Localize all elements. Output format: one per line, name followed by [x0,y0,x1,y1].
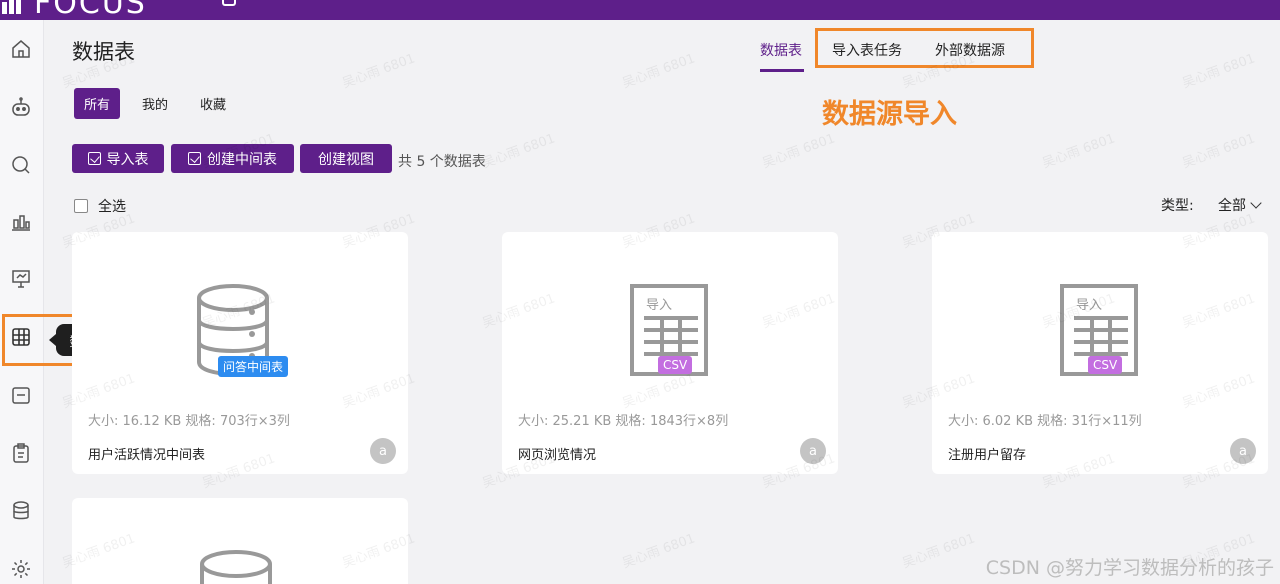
import-illustration-label: 导入 [646,298,673,313]
table-meta: 大小: 25.21 KB 规格: 1843行×8列 [518,414,729,429]
table-card[interactable]: 导入 CSV 大小: 25.21 KB 规格: 1843行×8列 网页浏览情况 … [502,232,838,474]
presentation-icon[interactable] [10,268,32,290]
home-icon[interactable] [10,38,32,60]
create-intermediate-table-button[interactable]: 创建中间表 [171,144,294,173]
filter-favorites[interactable]: 收藏 [190,88,236,119]
notification-icon[interactable] [222,0,236,6]
robot-icon[interactable] [10,96,32,118]
table-card[interactable]: 导入 CSV 大小: 6.02 KB 规格: 31行×11列 注册用户留存 a [932,232,1268,474]
import-table-label: 导入表 [106,151,149,168]
tab-import-tasks[interactable]: 导入表任务 [832,40,902,60]
gear-icon[interactable] [10,558,32,580]
search-icon[interactable] [10,154,32,176]
table-name: 注册用户留存 [948,448,1027,463]
import-icon [87,152,101,165]
tab-active-indicator [760,69,804,72]
watermark-text: 吴心雨 6801 [760,131,838,172]
watermark-text: 吴心雨 6801 [1180,131,1258,172]
chevron-down-icon [1250,197,1262,209]
database-illustration-icon [200,550,272,584]
create-intermediate-label: 创建中间表 [207,151,277,168]
import-annotation: 数据源导入 [822,99,957,130]
footer-credit: CSDN @努力学习数据分析的孩子 [985,557,1274,579]
watermark-text: 吴心雨 6801 [480,131,558,172]
watermark-text: 吴心雨 6801 [1040,131,1118,172]
app-logo[interactable]: FOCUS [34,0,147,20]
import-illustration-label: 导入 [1076,298,1103,313]
table-meta: 大小: 16.12 KB 规格: 703行×3列 [88,414,290,429]
database-icon[interactable] [10,500,32,522]
chart-icon[interactable] [10,210,32,232]
select-all[interactable]: 全选 [74,196,126,216]
page-title: 数据表 [72,40,135,64]
clipboard-icon[interactable] [10,442,32,464]
filter-group: 所有 我的 收藏 [74,88,236,119]
filter-mine[interactable]: 我的 [132,88,178,119]
table-card[interactable] [72,498,408,584]
logo-mark-icon [0,0,36,14]
top-bar: FOCUS [0,0,1280,20]
owner-avatar: a [800,438,826,464]
type-filter-value: 全部 [1218,198,1246,214]
csv-badge: CSV [658,356,693,374]
watermark-text: 吴心雨 6801 [620,51,698,92]
import-table-button[interactable]: 导入表 [72,144,164,173]
sidebar [0,20,44,584]
type-filter-label: 类型: [1161,198,1194,214]
csv-badge: CSV [1088,356,1123,374]
watermark-text: 吴心雨 6801 [620,531,698,572]
folder-icon[interactable] [10,384,32,406]
tab-tables[interactable]: 数据表 [760,40,802,60]
watermark-text: 吴心雨 6801 [900,531,978,572]
type-filter-select[interactable]: 全部 [1218,195,1262,215]
table-name: 用户活跃情况中间表 [88,448,206,463]
create-view-button[interactable]: 创建视图 [300,144,392,173]
tab-external-sources[interactable]: 外部数据源 [935,40,1005,60]
watermark-text: 吴心雨 6801 [340,51,418,92]
watermark-text: 吴心雨 6801 [1180,51,1258,92]
filter-all[interactable]: 所有 [74,88,121,119]
table-meta: 大小: 6.02 KB 规格: 31行×11列 [948,414,1142,429]
table-card[interactable]: 问答中间表 大小: 16.12 KB 规格: 703行×3列 用户活跃情况中间表… [72,232,408,474]
table-count: 共 5 个数据表 [398,154,486,170]
select-all-checkbox[interactable] [74,199,88,213]
create-icon [188,152,201,165]
table-name: 网页浏览情况 [518,448,597,463]
owner-avatar: a [1230,438,1256,464]
owner-avatar: a [370,438,396,464]
select-all-label: 全选 [98,199,126,215]
intermediate-table-badge: 问答中间表 [218,356,289,377]
